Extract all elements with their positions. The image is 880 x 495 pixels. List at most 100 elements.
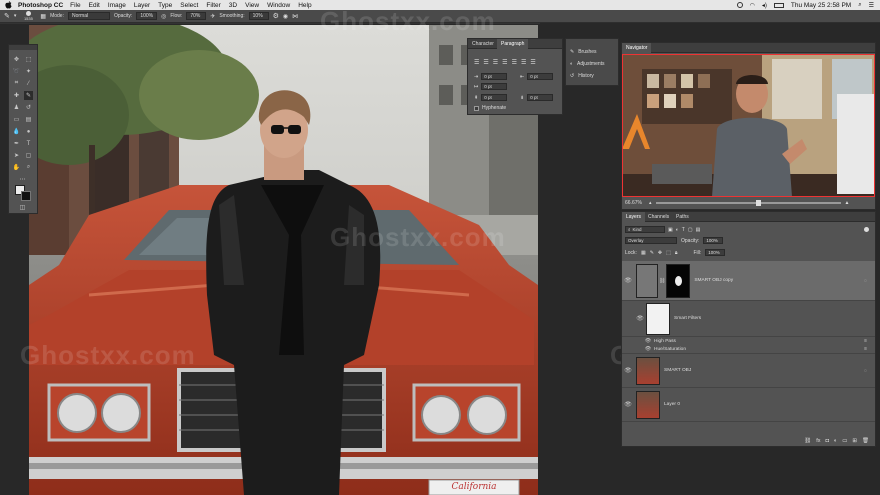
more-tools-icon[interactable]: ⋯ [18, 175, 27, 184]
menu-list-icon[interactable]: ☰ [869, 2, 874, 9]
navigator-view-box[interactable] [622, 54, 875, 197]
hand-tool-icon[interactable]: ✋ [12, 163, 21, 172]
adjustment-layer-icon[interactable]: ◐ [834, 438, 837, 444]
magic-wand-icon[interactable]: ✦ [24, 67, 33, 76]
menu-image[interactable]: Image [108, 2, 126, 9]
space-after-field[interactable]: 0 pt [527, 94, 554, 101]
history-brush-icon[interactable]: ↺ [24, 103, 33, 112]
zoom-tool-icon[interactable]: ⌕ [24, 163, 33, 172]
tab-navigator[interactable]: Navigator [622, 43, 652, 53]
tools-panel-header[interactable] [9, 45, 37, 50]
dodge-tool-icon[interactable]: ● [24, 127, 33, 136]
indent-first-field[interactable]: 0 pt [481, 83, 508, 90]
slider-thumb[interactable] [755, 200, 761, 206]
panel-item-adjustments[interactable]: ◐ Adjustments [570, 61, 605, 67]
indent-right-field[interactable]: 0 pt [527, 73, 554, 80]
filter-smart-icon[interactable]: ▤ [696, 227, 701, 233]
airbrush-icon[interactable]: ✈ [210, 13, 215, 20]
battery-icon[interactable] [773, 2, 784, 8]
eraser-icon[interactable]: ▭ [12, 115, 21, 124]
lasso-tool-icon[interactable]: ➰ [12, 67, 21, 76]
filter-pixel-icon[interactable]: ▣ [668, 227, 673, 233]
fill-field[interactable]: 100% [705, 249, 726, 256]
layer-opacity-field[interactable]: 100% [703, 237, 724, 244]
canvas-image[interactable]: California [29, 25, 538, 495]
lock-pixels-icon[interactable]: ▦ [641, 250, 646, 256]
lock-artboard-icon[interactable]: ⬚ [666, 250, 671, 256]
align-right-icon[interactable]: ☰ [493, 59, 498, 66]
indent-left-field[interactable]: 0 pt [481, 73, 508, 80]
pen-tool-icon[interactable]: ✒ [12, 139, 21, 148]
menu-select[interactable]: Select [180, 2, 198, 9]
justify-center-icon[interactable]: ☰ [512, 59, 517, 66]
layer-row-high-pass[interactable]: 👁︎ High Pass ≡ [622, 337, 875, 345]
add-mask-icon[interactable]: ◘ [826, 438, 829, 444]
lock-move-icon[interactable]: ✥ [658, 250, 662, 256]
layer-row-smart-obj[interactable]: 👁︎ SMART OBJ ◌ [622, 354, 875, 388]
crop-tool-icon[interactable]: ⌗ [12, 79, 21, 88]
background-color-swatch[interactable] [21, 191, 31, 201]
visibility-eye-icon[interactable]: 👁︎ [622, 277, 634, 284]
panel-item-history[interactable]: ↺ History [570, 73, 594, 79]
visibility-eye-icon[interactable]: 👁︎ [634, 315, 646, 322]
visibility-eye-icon[interactable]: 👁︎ [642, 338, 654, 344]
type-tool-icon[interactable]: T [24, 139, 33, 148]
justify-right-icon[interactable]: ☰ [521, 59, 526, 66]
filter-adjustment-icon[interactable]: ◐ [676, 227, 679, 233]
menu-type[interactable]: Type [158, 2, 172, 9]
space-before-field[interactable]: 0 pt [481, 94, 508, 101]
apple-icon[interactable] [4, 1, 12, 9]
tab-paragraph[interactable]: Paragraph [497, 39, 529, 49]
healing-brush-icon[interactable]: ✚ [12, 91, 21, 100]
kind-filter-select[interactable]: ⌕ Kind [625, 226, 665, 233]
zoom-in-icon[interactable]: ▲ [845, 200, 850, 206]
navigator-zoom-value[interactable]: 66.67% [625, 200, 645, 206]
new-group-icon[interactable]: ▭ [842, 438, 847, 444]
marquee-tool-icon[interactable]: ⬚ [24, 55, 33, 64]
tab-paths[interactable]: Paths [672, 212, 693, 222]
gear-icon[interactable]: ⚙ [273, 12, 279, 20]
smart-filter-mask-thumbnail[interactable] [646, 302, 670, 335]
navigator-preview[interactable] [622, 54, 875, 197]
brush-preset-picker[interactable]: 1535 [20, 11, 36, 21]
justify-left-icon[interactable]: ☰ [502, 59, 507, 66]
shape-tool-icon[interactable]: ▢ [24, 151, 33, 160]
layer-row-smart-filters[interactable]: 👁︎ Smart Filters [622, 301, 875, 337]
menu-filter[interactable]: Filter [206, 2, 220, 9]
align-center-icon[interactable]: ☰ [483, 59, 488, 66]
zoom-out-icon[interactable]: ▴ [649, 200, 652, 206]
menu-view[interactable]: View [245, 2, 259, 9]
quick-mask-icon[interactable]: ◫ [18, 203, 27, 212]
filter-toggle[interactable] [864, 227, 869, 232]
filter-shape-icon[interactable]: ▢ [688, 227, 693, 233]
tab-channels[interactable]: Channels [644, 212, 673, 222]
menu-help[interactable]: Help [298, 2, 311, 9]
app-name[interactable]: Photoshop CC [18, 2, 63, 9]
blur-tool-icon[interactable]: 💧 [12, 127, 21, 136]
filter-options-icon[interactable]: ≡ [864, 338, 867, 344]
smoothing-field[interactable]: 10% [248, 12, 269, 20]
brush-tool-icon[interactable]: ✎ [24, 91, 33, 100]
align-left-icon[interactable]: ☰ [474, 59, 479, 66]
chevron-down-icon[interactable]: ▾ [14, 13, 17, 19]
layer-row-layer-0[interactable]: 👁︎ Layer 0 [622, 388, 875, 422]
justify-all-icon[interactable]: ☰ [530, 59, 535, 66]
opacity-field[interactable]: 100% [136, 12, 158, 20]
search-icon[interactable]: ⌕ [858, 2, 861, 9]
menu-edit[interactable]: Edit [89, 2, 100, 9]
volume-icon[interactable]: ◂) [762, 2, 767, 9]
path-selection-icon[interactable]: ➤ [12, 151, 21, 160]
lock-icon[interactable]: 🔒︎ [675, 250, 678, 256]
filter-type-icon[interactable]: T [682, 227, 685, 233]
pressure-opacity-icon[interactable]: ◎ [161, 13, 166, 20]
visibility-eye-icon[interactable]: 👁︎ [642, 346, 654, 352]
move-tool-icon[interactable]: ✥ [12, 55, 21, 64]
filter-options-icon[interactable]: ≡ [864, 346, 867, 352]
menu-layer[interactable]: Layer [134, 2, 150, 9]
pressure-size-icon[interactable]: ◉ [283, 13, 288, 20]
eyedropper-icon[interactable]: ⁄ [24, 79, 33, 88]
flow-field[interactable]: 70% [186, 12, 207, 20]
symmetry-icon[interactable]: ⋈ [292, 13, 298, 20]
datetime[interactable]: Thu May 25 2:58 PM [791, 2, 851, 9]
mode-select[interactable]: Normal [67, 12, 110, 20]
